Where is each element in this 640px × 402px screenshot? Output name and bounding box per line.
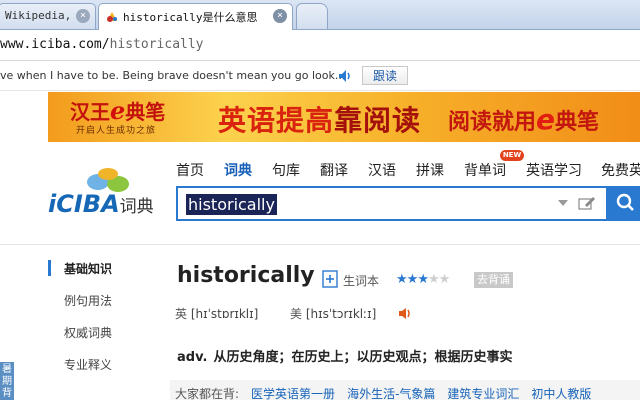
recent-link[interactable]: 初中人教版 [531, 387, 591, 401]
nav-item-translate[interactable]: 翻译 [320, 160, 348, 180]
definition: adv. 从历史角度；在历史上；以历史观点；根据历史事实 [177, 346, 512, 365]
tab-title: historically是什么意思 [123, 11, 258, 24]
difficulty-stars: ★★★★★ [396, 272, 451, 287]
side-item-authority[interactable]: 权威词典 [64, 324, 112, 341]
recent-link[interactable]: 海外生活-气象篇 [347, 387, 435, 401]
recent-label: 大家都在背: [175, 387, 240, 401]
uk-phonetic: [hɪˈstɒrɪklɪ] [190, 307, 259, 321]
phonetic-us: 美 [hɪsˈtɔrɪklːɪ] [290, 305, 376, 322]
nav-item-home[interactable]: 首页 [176, 160, 204, 180]
banner-headline-b: 靠阅读 [334, 104, 422, 137]
definition-text: 从历史角度；在历史上；以历史观点；根据历史事实 [213, 350, 513, 365]
quote-text: ve when I have to be. Being brave doesn'… [0, 69, 346, 82]
star-icon: ★ [417, 272, 429, 287]
banner-logo: 汉王e典笔 [70, 96, 165, 125]
nav-item-free[interactable]: 免费英 [601, 160, 640, 180]
url-path: historically [109, 37, 204, 52]
banner-slogan: 开启人生成功之旅 [76, 126, 157, 136]
banner-headline-a: 英语提高 [218, 104, 335, 137]
us-label: 美 [290, 307, 303, 321]
nav-item-pinke[interactable]: 拼课 [416, 160, 444, 180]
divider [0, 244, 640, 245]
star-icon: ★ [396, 272, 408, 287]
logo-text: iCIBA词典 [48, 190, 154, 218]
iciba-favicon-icon [105, 10, 119, 24]
banner-headline2-b: 典笔 [555, 110, 600, 135]
recite-tag[interactable]: 去背诵 [474, 272, 513, 288]
part-of-speech: adv. [177, 350, 208, 365]
headword: historically [177, 263, 315, 288]
banner-logo-e: e [110, 96, 126, 125]
new-tab-button[interactable] [296, 3, 328, 29]
nav-item-sentences[interactable]: 句库 [272, 160, 300, 180]
pen-icon[interactable] [578, 195, 596, 211]
recent-link[interactable]: 医学英语第一册 [251, 387, 335, 401]
star-icon: ★ [406, 272, 419, 287]
star-icon: ★ [438, 272, 451, 287]
banner-headline-2: 阅读就用e典笔 [448, 103, 599, 136]
add-to-vocab-icon[interactable] [322, 270, 340, 288]
address-bar[interactable]: www.iciba.com/historically [0, 30, 640, 61]
nav-item-learning[interactable]: 英语学习 [526, 160, 582, 180]
banner-logo-a: 汉王 [70, 100, 110, 124]
recent-list: 大家都在背: 医学英语第一册 海外生活-气象篇 建筑专业词汇 初中人教版 [175, 385, 591, 402]
chevron-down-icon[interactable] [558, 200, 568, 206]
banner-ad[interactable]: 汉王e典笔 开启人生成功之旅 英语提高靠阅读 阅读就用e典笔 [48, 92, 640, 142]
speaker-icon[interactable] [338, 69, 352, 83]
banner-logo-b: 典笔 [125, 100, 166, 124]
side-item-basics[interactable]: 基础知识 [64, 260, 112, 277]
iciba-logo[interactable]: iCIBA词典 [48, 168, 168, 224]
side-item-examples[interactable]: 例句用法 [64, 292, 112, 309]
tab-title: Wikipedia, t [5, 9, 85, 22]
nav-item-dictionary[interactable]: 词典 [224, 160, 252, 180]
url-host: www.iciba.com/ [0, 37, 110, 52]
nav-item-words[interactable]: 背单词 [464, 160, 506, 180]
tab-historically[interactable]: historically是什么意思 × [98, 3, 293, 30]
new-badge: NEW [500, 150, 524, 161]
search-button[interactable] [608, 186, 640, 221]
us-phonetic: [hɪsˈtɔrɪklːɪ] [305, 307, 377, 321]
daily-quote-bar: ve when I have to be. Being brave doesn'… [0, 62, 640, 91]
nav-item-chinese[interactable]: 汉语 [368, 160, 396, 180]
active-indicator [48, 260, 51, 276]
side-item-professional[interactable]: 专业释义 [64, 356, 112, 373]
summer-promo-tab[interactable]: 暑期背 [0, 362, 14, 400]
search-box[interactable]: historically [176, 186, 608, 221]
search-input[interactable]: historically [186, 194, 277, 215]
speaker-icon[interactable] [398, 307, 412, 320]
search-icon [616, 193, 634, 211]
banner-headline2-a: 阅读就用 [448, 110, 537, 135]
star-icon: ★ [427, 272, 440, 287]
url-text[interactable]: www.iciba.com/historically [0, 37, 204, 52]
vocab-book-link[interactable]: 生词本 [343, 272, 379, 289]
phonetic-uk: 英 [hɪˈstɒrɪklɪ] [175, 305, 258, 322]
logo-wordmark: iCIBA [48, 190, 120, 218]
close-icon[interactable]: × [273, 9, 287, 23]
read-along-button[interactable]: 跟读 [362, 66, 408, 85]
banner-headline2-e: e [536, 103, 556, 136]
uk-label: 英 [175, 307, 188, 321]
close-icon[interactable]: × [76, 9, 90, 23]
browser-tab-strip: Wikipedia, t × historically是什么意思 × [0, 0, 640, 30]
recent-link[interactable]: 建筑专业词汇 [447, 387, 519, 401]
logo-suffix: 词典 [119, 197, 154, 217]
banner-headline: 英语提高靠阅读 [218, 99, 421, 139]
tab-wikipedia[interactable]: Wikipedia, t × [0, 3, 96, 29]
